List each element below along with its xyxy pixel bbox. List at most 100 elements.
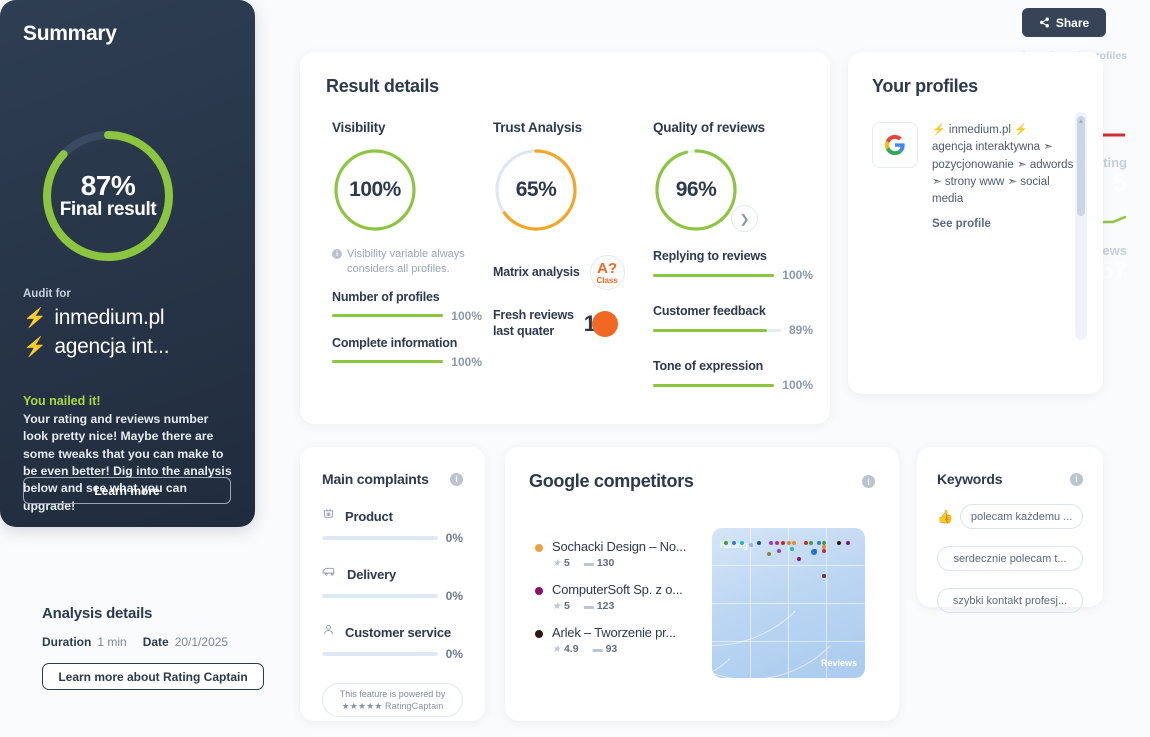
summary-title: Summary [23,22,117,45]
keyword-chip[interactable]: serdecznie polecam t... [937,546,1083,571]
competitors-list: Sochacki Design – No... ★ 5 ▬ 130 Computer… [535,539,735,668]
profile-description: agencja interaktywna ➣ pozycjonowanie ➣ … [932,141,1074,205]
complaint-percent: 0% [445,589,463,603]
trust-analysis-ring: 65% [493,147,579,233]
keywords-card: Keywords i 👍 polecam każdemu ... serdecz… [917,447,1103,613]
quality-of-reviews-value: 96% [675,178,717,201]
audit-for-label: Audit for [23,288,71,300]
date-value: 20/1/2025 [174,635,229,649]
competitor-color-dot [535,630,543,638]
learn-more-button[interactable]: Learn more [23,477,231,504]
analysis-details-meta: Duration 1 min Date 20/1/2025 [42,635,292,649]
chart-point [821,573,826,578]
bar-percent: 100% [451,308,482,323]
info-icon[interactable]: i [862,475,875,488]
bar-fill [332,314,444,318]
competitor-name: ComputerSoft Sp. z o... [552,582,683,597]
fresh-reviews-label: Fresh reviews last quater [493,308,574,339]
bar-replying-to-reviews: Replying to reviews 100% [653,249,813,282]
analysis-details-section: Analysis details Duration 1 min Date 20/… [42,605,292,690]
list-item[interactable]: Sochacki Design – No... ★ 5 ▬ 130 [535,539,735,569]
result-details-title: Result details [326,76,439,96]
info-icon: i [332,249,342,259]
bar-track [332,314,444,318]
metric-column-visibility: Visibility 100% i Visibility variable al… [332,120,482,369]
matrix-analysis-label: Matrix analysis [493,264,580,279]
bar-percent: 89% [788,323,813,337]
powered-by-badge[interactable]: This feature is powered by ★★★★★ RatingC… [322,683,463,717]
visibility-details-button[interactable]: ❯ [731,205,758,232]
fresh-reviews-value-wrap: 1 [584,309,618,339]
duration-label: Duration [42,635,92,649]
thumbs-up-icon: 👍 [937,508,954,524]
summary-card: Summary based on 1/1 profiles 87% Final … [0,0,1127,527]
share-button[interactable]: Share [1022,8,1106,37]
date-label: Date [142,635,169,649]
comment-icon: ▬ [583,600,594,612]
bar-fill [653,383,775,387]
list-item[interactable]: ComputerSoft Sp. z o... ★ 5 ▬ 123 [535,582,735,612]
truck-icon [322,565,337,583]
bar-fill [653,328,767,332]
keyword-row: szybki kontakt profesj... [937,588,1083,613]
competitor-rating: 4.9 [563,643,579,655]
bar-track [653,328,781,332]
keyword-chip[interactable]: szybki kontakt profesj... [937,588,1083,613]
share-label: Share [1055,15,1090,30]
learn-more-rating-captain-button[interactable]: Learn more about Rating Captain [42,663,264,690]
profile-name-row: ⚡ inmedium.pl ⚡ [932,122,1079,139]
list-item[interactable]: Arlek – Tworzenie pr... ★ 4.9 ▬ 93 [535,625,735,655]
bolt-icon: ⚡ [1014,124,1028,136]
complaint-customer-service: Customer service 0% [322,623,463,661]
bar-track [653,383,775,387]
competitor-reviews: 123 [596,600,615,612]
profiles-scrollbar-thumb[interactable] [1077,116,1085,216]
fresh-reviews-marker [591,310,618,337]
complaint-product: Product 0% [322,507,463,545]
matrix-analysis-row: Matrix analysis A? Class [493,255,643,290]
visibility-value: 100% [349,178,401,201]
audit-name-line-1: ⚡ inmedium.pl [23,306,165,330]
trust-analysis-title: Trust Analysis [493,120,582,135]
bar-tone-of-expression: Tone of expression 100% [653,359,813,392]
bolt-icon: ⚡ [23,337,47,358]
result-details-card: Result details Visibility 100% i Visibil… [300,52,1080,424]
competitor-rating: 5 [563,557,570,569]
star-icon: ★ [552,643,561,655]
bolt-icon: ⚡ [932,124,946,136]
bar-track [653,273,775,277]
audit-name-text-1: inmedium.pl [54,306,165,329]
share-icon [1039,17,1050,28]
basket-icon [322,507,335,525]
keyword-chip[interactable]: polecam każdemu ... [960,504,1083,529]
bar-percent: 100% [451,354,482,369]
main-complaints-card: Main complaints i Product 0% Delivery 0%… [300,447,485,721]
complaint-bar-track [322,652,438,656]
user-icon [322,623,335,641]
dashboard-page: Share Summary based on 1/1 profiles 87% … [0,0,1150,737]
info-icon[interactable]: i [1070,472,1083,486]
complaint-percent: 0% [445,531,463,545]
complaint-label: Product [345,508,393,524]
google-competitors-card: Google competitors i Sochacki Design – N… [505,447,899,721]
competitor-matrix-chart[interactable]: Rating Reviews [712,528,865,678]
profiles-scrollbar[interactable]: ▲ [1075,112,1087,340]
competitor-name: Sochacki Design – No... [552,539,687,554]
bar-label: Customer feedback [653,304,766,318]
star-icon: ★ [552,557,561,569]
bar-label: Number of profiles [332,289,440,304]
complaint-delivery: Delivery 0% [322,565,463,603]
complaint-label: Delivery [347,566,396,582]
chart-point [739,541,744,546]
google-icon [872,122,918,168]
competitor-color-dot [535,587,543,595]
bar-percent: 100% [782,268,813,282]
see-profile-link[interactable]: See profile [932,216,1079,233]
visibility-title: Visibility [332,120,386,135]
chart-x-axis-label: Reviews [820,658,857,668]
info-icon[interactable]: i [450,472,463,486]
fresh-reviews-row: Fresh reviews last quater 1 [493,308,643,339]
bar-customer-feedback: Customer feedback 89% [653,304,813,337]
powered-by-line-1: This feature is powered by [339,688,446,699]
bar-fill [653,273,775,277]
